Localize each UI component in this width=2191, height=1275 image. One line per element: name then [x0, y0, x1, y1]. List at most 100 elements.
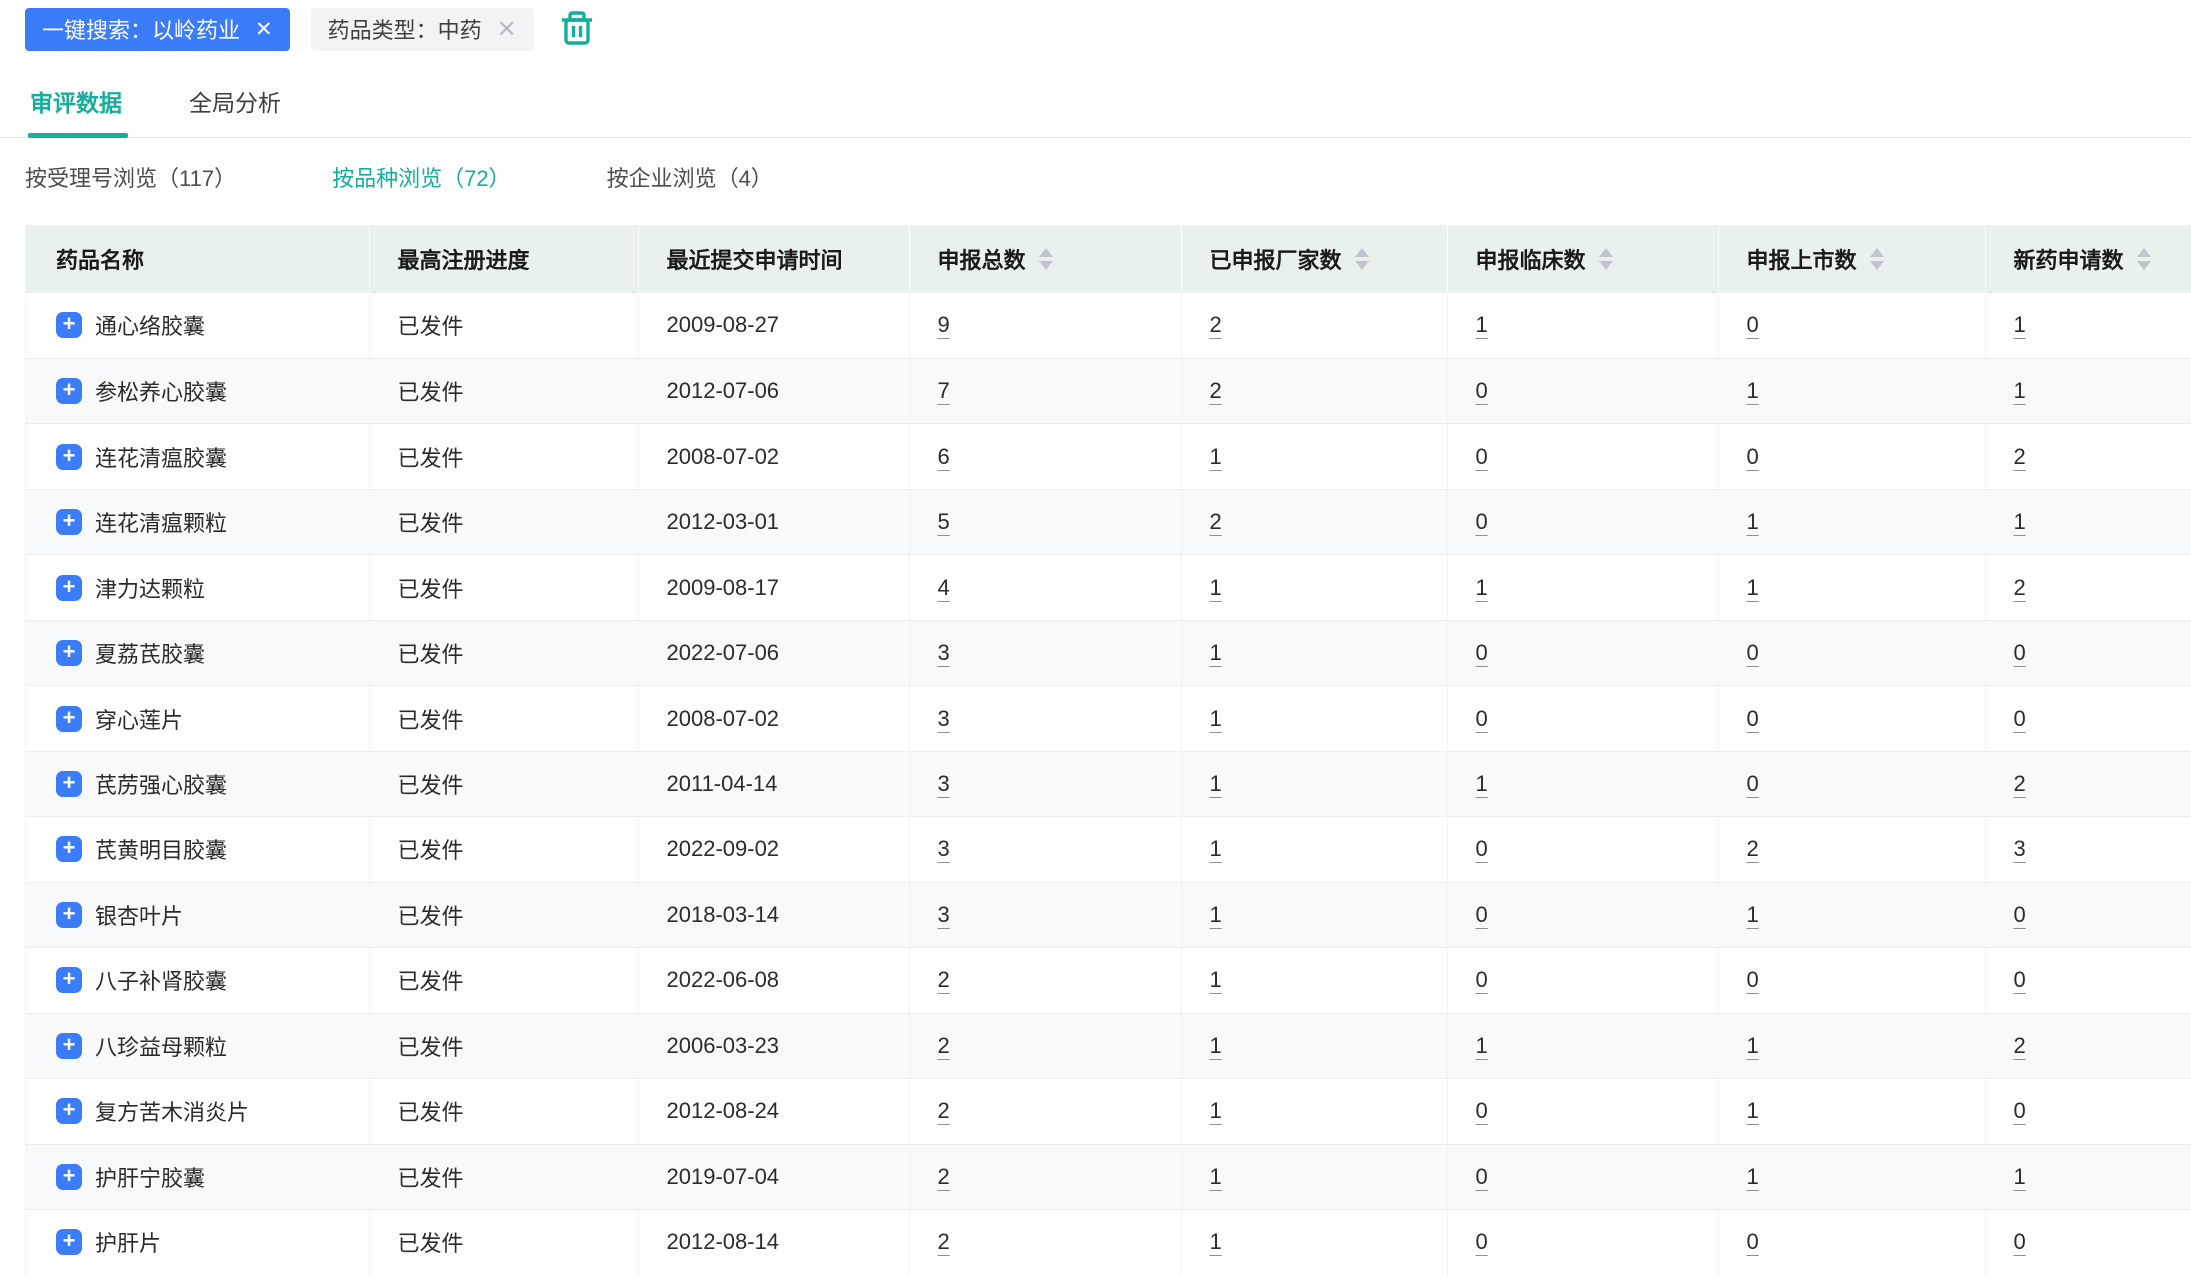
new-drug-applications-link[interactable]: 0: [2014, 967, 2026, 992]
expand-row-button[interactable]: +: [56, 705, 82, 732]
manufacturers-link[interactable]: 1: [1210, 1229, 1222, 1254]
close-icon[interactable]: ✕: [497, 15, 517, 44]
clinical-applications-link[interactable]: 1: [1476, 1033, 1488, 1058]
clinical-applications-link[interactable]: 0: [1476, 902, 1488, 927]
clinical-applications-link[interactable]: 0: [1476, 640, 1488, 665]
total-applications-link[interactable]: 2: [938, 1033, 950, 1058]
expand-row-button[interactable]: +: [56, 378, 82, 405]
market-applications-link[interactable]: 1: [1747, 1033, 1759, 1058]
sort-control[interactable]: [1598, 248, 1613, 270]
total-applications-link[interactable]: 2: [938, 1229, 950, 1254]
new-drug-applications-link[interactable]: 3: [2014, 836, 2026, 861]
clinical-applications-link[interactable]: 0: [1476, 1164, 1488, 1189]
manufacturers-link[interactable]: 1: [1210, 575, 1222, 600]
new-drug-applications-link[interactable]: 0: [2014, 640, 2026, 665]
total-applications-link[interactable]: 2: [938, 1164, 950, 1189]
total-applications-link[interactable]: 7: [938, 378, 950, 403]
sort-control[interactable]: [2136, 248, 2151, 270]
market-applications-link[interactable]: 1: [1747, 575, 1759, 600]
caret-down-icon[interactable]: [1038, 261, 1053, 270]
total-applications-link[interactable]: 3: [938, 706, 950, 731]
clinical-applications-link[interactable]: 0: [1476, 706, 1488, 731]
market-applications-link[interactable]: 0: [1747, 444, 1759, 469]
market-applications-link[interactable]: 2: [1747, 836, 1759, 861]
sort-control[interactable]: [1038, 248, 1053, 270]
manufacturers-link[interactable]: 1: [1210, 640, 1222, 665]
new-drug-applications-link[interactable]: 1: [2014, 312, 2026, 337]
manufacturers-link[interactable]: 1: [1210, 1033, 1222, 1058]
clinical-applications-link[interactable]: 1: [1476, 312, 1488, 337]
manufacturers-link[interactable]: 1: [1210, 706, 1222, 731]
filter-tag-type[interactable]: 药品类型：中药 ✕: [310, 7, 534, 51]
market-applications-link[interactable]: 0: [1747, 771, 1759, 796]
sort-control[interactable]: [1869, 248, 1884, 270]
expand-row-button[interactable]: +: [56, 1163, 82, 1190]
new-drug-applications-link[interactable]: 1: [2014, 1164, 2026, 1189]
manufacturers-link[interactable]: 1: [1210, 967, 1222, 992]
expand-row-button[interactable]: +: [56, 574, 82, 601]
total-applications-link[interactable]: 2: [938, 967, 950, 992]
total-applications-link[interactable]: 3: [938, 640, 950, 665]
expand-row-button[interactable]: +: [56, 640, 82, 667]
new-drug-applications-link[interactable]: 0: [2014, 902, 2026, 927]
caret-down-icon[interactable]: [1598, 261, 1613, 270]
new-drug-applications-link[interactable]: 1: [2014, 509, 2026, 534]
subtab-by-enterprise[interactable]: 按企业浏览（4）: [607, 161, 773, 193]
market-applications-link[interactable]: 1: [1747, 902, 1759, 927]
clinical-applications-link[interactable]: 0: [1476, 1098, 1488, 1123]
caret-down-icon[interactable]: [1354, 261, 1369, 270]
manufacturers-link[interactable]: 1: [1210, 771, 1222, 796]
caret-up-icon[interactable]: [1038, 248, 1053, 257]
expand-row-button[interactable]: +: [56, 1032, 82, 1059]
manufacturers-link[interactable]: 1: [1210, 836, 1222, 861]
manufacturers-link[interactable]: 1: [1210, 902, 1222, 927]
caret-up-icon[interactable]: [1354, 248, 1369, 257]
manufacturers-link[interactable]: 2: [1210, 312, 1222, 337]
tab-review-data[interactable]: 审评数据: [30, 84, 122, 118]
total-applications-link[interactable]: 3: [938, 902, 950, 927]
new-drug-applications-link[interactable]: 2: [2014, 1033, 2026, 1058]
filter-tag-search[interactable]: 一键搜索：以岭药业 ✕: [25, 7, 290, 51]
market-applications-link[interactable]: 1: [1747, 509, 1759, 534]
total-applications-link[interactable]: 2: [938, 1098, 950, 1123]
clinical-applications-link[interactable]: 1: [1476, 771, 1488, 796]
new-drug-applications-link[interactable]: 1: [2014, 378, 2026, 403]
new-drug-applications-link[interactable]: 0: [2014, 1098, 2026, 1123]
caret-up-icon[interactable]: [1598, 248, 1613, 257]
expand-row-button[interactable]: +: [56, 901, 82, 928]
manufacturers-link[interactable]: 1: [1210, 444, 1222, 469]
clinical-applications-link[interactable]: 1: [1476, 575, 1488, 600]
total-applications-link[interactable]: 9: [938, 312, 950, 337]
total-applications-link[interactable]: 3: [938, 836, 950, 861]
caret-up-icon[interactable]: [2136, 248, 2151, 257]
market-applications-link[interactable]: 1: [1747, 1164, 1759, 1189]
market-applications-link[interactable]: 0: [1747, 706, 1759, 731]
expand-row-button[interactable]: +: [56, 967, 82, 994]
subtab-by-acceptance-number[interactable]: 按受理号浏览（117）: [25, 161, 236, 193]
clinical-applications-link[interactable]: 0: [1476, 378, 1488, 403]
clinical-applications-link[interactable]: 0: [1476, 509, 1488, 534]
tab-global-analysis[interactable]: 全局分析: [189, 84, 281, 118]
caret-up-icon[interactable]: [1869, 248, 1884, 257]
clinical-applications-link[interactable]: 0: [1476, 967, 1488, 992]
sort-control[interactable]: [1354, 248, 1369, 270]
market-applications-link[interactable]: 0: [1747, 1229, 1759, 1254]
manufacturers-link[interactable]: 2: [1210, 378, 1222, 403]
caret-down-icon[interactable]: [2136, 261, 2151, 270]
manufacturers-link[interactable]: 1: [1210, 1098, 1222, 1123]
clinical-applications-link[interactable]: 0: [1476, 836, 1488, 861]
expand-row-button[interactable]: +: [56, 312, 82, 339]
new-drug-applications-link[interactable]: 2: [2014, 575, 2026, 600]
total-applications-link[interactable]: 5: [938, 509, 950, 534]
total-applications-link[interactable]: 3: [938, 771, 950, 796]
expand-row-button[interactable]: +: [56, 509, 82, 536]
expand-row-button[interactable]: +: [56, 771, 82, 798]
market-applications-link[interactable]: 1: [1747, 1098, 1759, 1123]
expand-row-button[interactable]: +: [56, 1229, 82, 1256]
caret-down-icon[interactable]: [1869, 261, 1884, 270]
new-drug-applications-link[interactable]: 0: [2014, 706, 2026, 731]
subtab-by-variety[interactable]: 按品种浏览（72）: [332, 161, 510, 193]
new-drug-applications-link[interactable]: 2: [2014, 444, 2026, 469]
new-drug-applications-link[interactable]: 2: [2014, 771, 2026, 796]
market-applications-link[interactable]: 0: [1747, 967, 1759, 992]
